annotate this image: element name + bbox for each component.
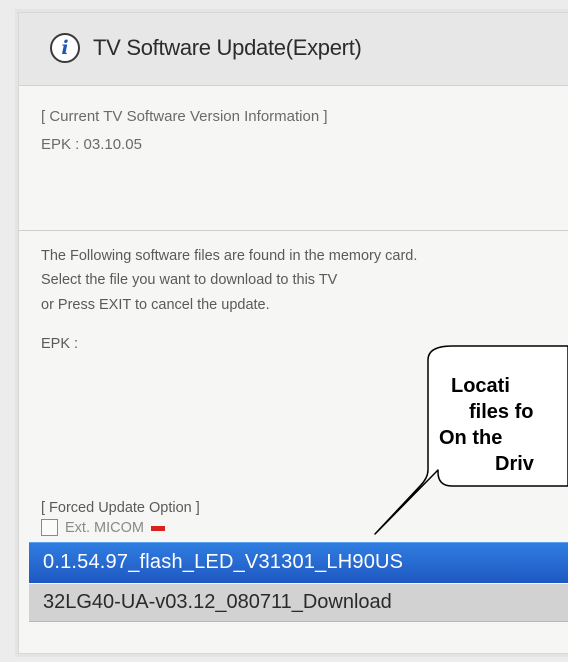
callout-line-4: Driv — [495, 453, 534, 475]
callout-line-2: files fo — [469, 401, 534, 423]
callout-line-3: On the — [439, 427, 503, 449]
callout-line-1: Locati — [451, 375, 510, 397]
callout-bubble — [374, 345, 568, 535]
